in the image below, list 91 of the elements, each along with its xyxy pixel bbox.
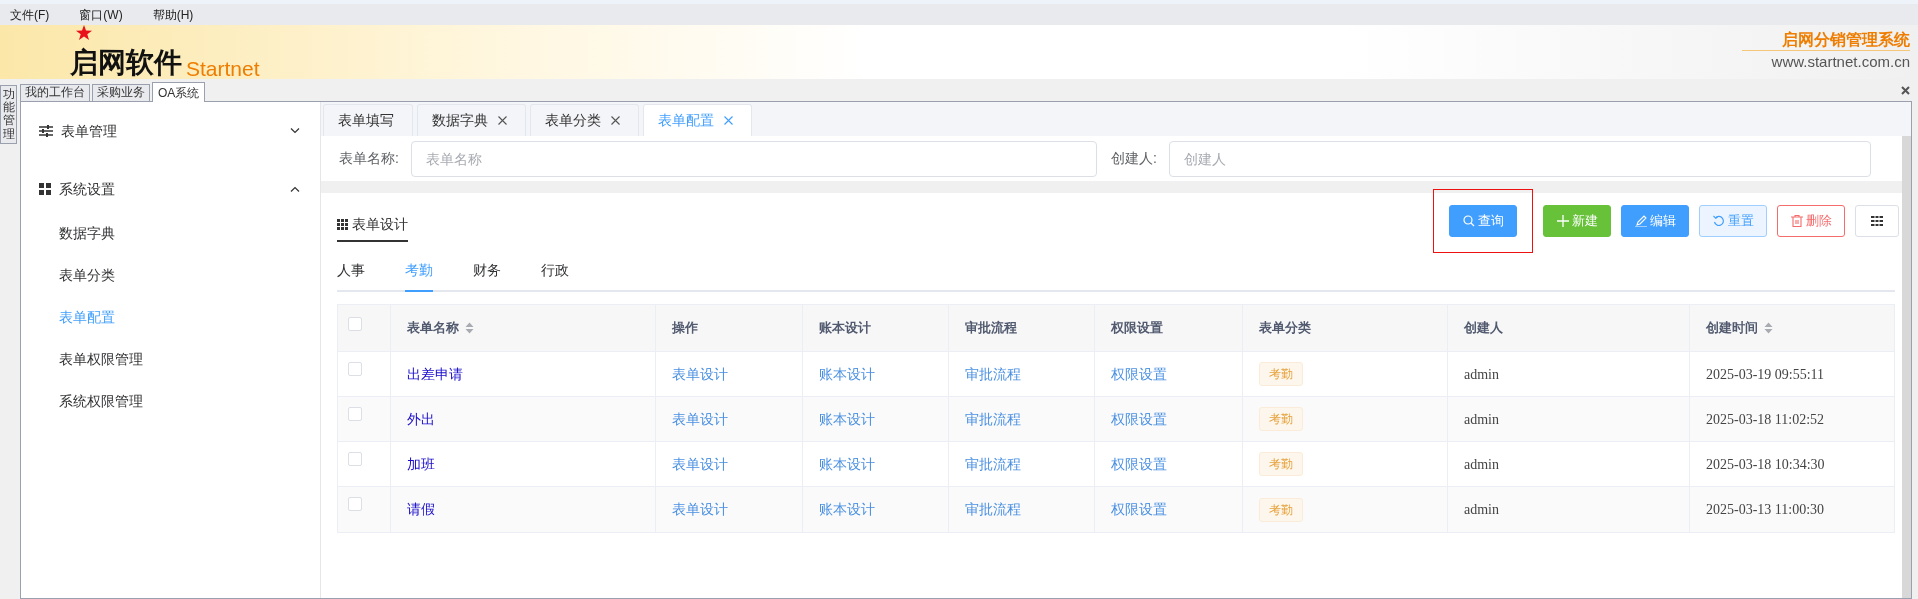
column-header[interactable]: 表单名称 <box>407 318 474 338</box>
close-icon <box>498 116 507 125</box>
sliders-icon <box>39 125 53 137</box>
grid-icon <box>39 183 51 195</box>
table-link[interactable]: 审批流程 <box>965 499 1021 520</box>
checkbox[interactable] <box>348 452 362 466</box>
search-icon <box>1462 214 1475 227</box>
checkbox[interactable] <box>348 407 362 421</box>
sort-icon <box>465 322 474 334</box>
table-cell-text: admin <box>1464 365 1499 384</box>
table-link[interactable]: 表单设计 <box>672 408 728 430</box>
website-text: www.startnet.com.cn <box>1771 52 1910 72</box>
table-cell-text: admin <box>1464 501 1499 519</box>
columns-button[interactable] <box>1855 204 1899 237</box>
sidebar-item[interactable]: 系统权限管理 <box>21 380 320 422</box>
close-icon <box>611 116 620 125</box>
menu-item[interactable]: 帮助(H) <box>152 5 194 24</box>
logo-wordmark: Startnet <box>186 58 260 79</box>
page-tab[interactable]: 表单填写 <box>323 104 413 136</box>
table-link[interactable]: 表单设计 <box>672 499 728 520</box>
checkbox[interactable] <box>348 497 362 511</box>
form-name-link[interactable]: 加班 <box>407 453 435 475</box>
menu-item[interactable]: 文件(F) <box>10 5 50 24</box>
input-field[interactable]: 表单名称 <box>410 140 1097 177</box>
category-tag: 考勤 <box>1259 452 1303 476</box>
category-tag: 考勤 <box>1259 407 1303 431</box>
refresh-icon <box>1712 214 1725 227</box>
category-tab[interactable]: 行政 <box>541 250 569 292</box>
table-link[interactable]: 表单设计 <box>672 363 728 385</box>
app-tab[interactable]: 我的工作台 <box>20 84 90 101</box>
table-cell-text: admin <box>1464 410 1499 429</box>
logo-text: 启网软件 <box>70 49 182 77</box>
table-cell-text: 2025-03-18 11:02:52 <box>1706 410 1825 429</box>
field-label: 表单名称: <box>339 149 399 168</box>
checkbox[interactable] <box>348 317 362 331</box>
table-link[interactable]: 账本设计 <box>819 408 875 430</box>
grid-icon <box>337 219 348 230</box>
table-link[interactable]: 账本设计 <box>819 453 875 475</box>
column-header[interactable]: 表单分类 <box>1259 318 1311 338</box>
table-link[interactable]: 审批流程 <box>965 408 1021 430</box>
table-link[interactable]: 权限设置 <box>1111 408 1167 430</box>
sidebar-item[interactable]: 表单权限管理 <box>21 338 320 380</box>
category-tag: 考勤 <box>1259 362 1303 386</box>
checkbox[interactable] <box>348 362 362 376</box>
category-tab[interactable]: 财务 <box>473 250 501 292</box>
form-name-link[interactable]: 出差申请 <box>407 363 463 385</box>
trash-icon <box>1790 214 1803 227</box>
table-cell-text: 2025-03-18 10:34:30 <box>1706 455 1825 474</box>
table-link[interactable]: 审批流程 <box>965 363 1021 385</box>
table-link[interactable]: 表单设计 <box>672 453 728 475</box>
category-tag: 考勤 <box>1259 497 1303 522</box>
column-header[interactable]: 创建时间 <box>1706 318 1773 338</box>
field-label: 创建人: <box>1110 149 1157 168</box>
star-icon <box>76 25 92 40</box>
plus-icon <box>1556 214 1569 227</box>
column-header[interactable]: 操作 <box>672 318 698 338</box>
pencil-icon <box>1634 214 1647 227</box>
sidebar-group[interactable]: 系统设置 <box>59 178 115 200</box>
grid-icon <box>1871 214 1883 227</box>
system-name: 启网分销管理系统 <box>1742 30 1910 51</box>
sort-icon <box>1764 322 1773 334</box>
column-header[interactable]: 创建人 <box>1464 318 1503 338</box>
table-link[interactable]: 权限设置 <box>1111 363 1167 385</box>
category-tab[interactable]: 人事 <box>337 250 365 292</box>
sidebar-item[interactable]: 数据字典 <box>21 212 320 254</box>
page-tab[interactable]: 数据字典 <box>417 104 526 136</box>
table-link[interactable]: 权限设置 <box>1111 453 1167 475</box>
app-tab[interactable]: 采购业务 <box>92 84 150 101</box>
input-field[interactable]: 创建人 <box>1168 140 1871 177</box>
table-link[interactable]: 审批流程 <box>965 453 1021 475</box>
form-name-link[interactable]: 请假 <box>407 499 435 520</box>
column-header[interactable]: 审批流程 <box>965 318 1017 338</box>
scrollbar[interactable] <box>1902 136 1911 598</box>
column-header[interactable]: 权限设置 <box>1111 318 1163 338</box>
table-cell-text: 2025-03-13 11:00:30 <box>1706 501 1825 519</box>
menu-item[interactable]: 窗口(W) <box>79 5 123 24</box>
app-tab[interactable]: OA系统 <box>152 82 206 102</box>
side-tab[interactable]: 功能管理 <box>0 85 17 144</box>
card-title: 表单设计 <box>352 215 408 234</box>
close-icon <box>1901 86 1910 95</box>
table-link[interactable]: 账本设计 <box>819 363 875 385</box>
table-link[interactable]: 账本设计 <box>819 499 875 520</box>
form-name-link[interactable]: 外出 <box>407 408 435 430</box>
sidebar-group[interactable]: 表单管理 <box>61 120 117 142</box>
sidebar-item[interactable]: 表单分类 <box>21 254 320 296</box>
table-link[interactable]: 权限设置 <box>1111 499 1167 520</box>
close-icon <box>724 116 733 125</box>
column-header[interactable]: 账本设计 <box>819 318 871 338</box>
table-cell-text: 2025-03-19 09:55:11 <box>1706 365 1825 384</box>
page-tab[interactable]: 表单分类 <box>530 104 639 136</box>
table-cell-text: admin <box>1464 455 1499 474</box>
